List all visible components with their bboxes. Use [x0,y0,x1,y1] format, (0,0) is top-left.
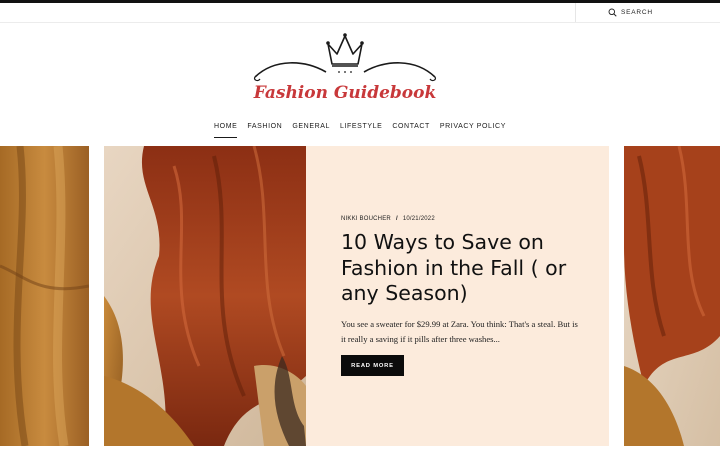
search-icon [608,8,617,17]
search-area: SEARCH [575,3,720,22]
post-title[interactable]: 10 Ways to Save on Fashion in the Fall (… [341,230,591,307]
slide-image-next[interactable] [624,146,720,446]
nav-item-home[interactable]: HOME [214,122,238,138]
read-more-button[interactable]: READ MORE [341,355,404,376]
search-button[interactable]: SEARCH [608,8,653,17]
post-excerpt: You see a sweater for $29.99 at Zara. Yo… [341,319,578,344]
logo-text: Fashion Guidebook [253,83,437,103]
site-logo[interactable]: Fashion Guidebook [250,30,440,106]
featured-post-card: NIKKI BOUCHER / 10/21/2022 10 Ways to Sa… [306,146,609,446]
post-meta: NIKKI BOUCHER / 10/21/2022 [341,216,435,222]
top-bar: SEARCH [0,3,720,23]
nav-item-general[interactable]: GENERAL [292,122,330,138]
featured-slider: NIKKI BOUCHER / 10/21/2022 10 Ways to Sa… [0,146,720,446]
search-label: SEARCH [621,9,653,16]
nav-item-privacy-policy[interactable]: PRIVACY POLICY [440,122,506,138]
post-date: 10/21/2022 [402,216,435,222]
slide-image-featured[interactable] [104,146,306,446]
nav-item-lifestyle[interactable]: LIFESTYLE [340,122,382,138]
main-nav: HOME FASHION GENERAL LIFESTYLE CONTACT P… [0,122,720,138]
nav-item-contact[interactable]: CONTACT [392,122,430,138]
crown-icon [253,33,437,82]
slide-image-previous[interactable] [0,146,89,446]
nav-item-fashion[interactable]: FASHION [247,122,282,138]
post-author[interactable]: NIKKI BOUCHER [341,216,391,222]
meta-separator: / [395,216,398,222]
